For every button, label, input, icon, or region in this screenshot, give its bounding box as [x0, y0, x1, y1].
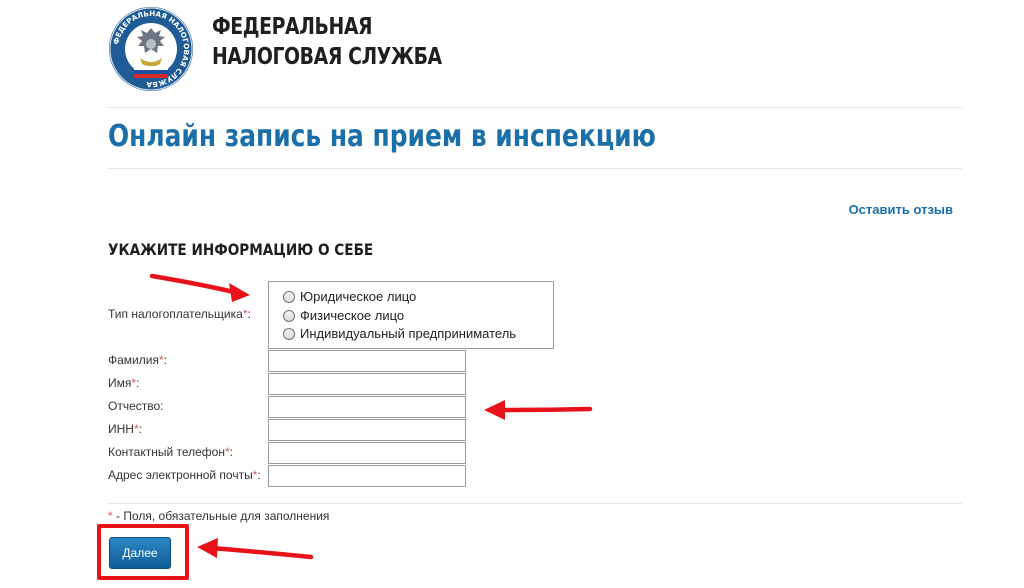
label-suffix: :	[136, 376, 140, 390]
taxpayer-type-label-text: Тип налогоплательщика	[108, 307, 243, 321]
arrow-to-fields-icon	[484, 400, 593, 420]
phone-label: Контактный телефон*:	[108, 445, 233, 459]
next-button[interactable]: Далее	[109, 537, 171, 569]
radio-label: Индивидуальный предприниматель	[300, 326, 517, 341]
patronymic-label: Отчество:	[108, 399, 164, 413]
radio-individual[interactable]: Физическое лицо	[283, 308, 404, 323]
label-suffix: :	[163, 353, 167, 367]
radio-button-icon[interactable]	[283, 290, 295, 303]
radio-label: Физическое лицо	[300, 308, 405, 323]
label-suffix: :	[257, 468, 261, 482]
field-label-text: Контактный телефон	[108, 445, 225, 459]
org-name: ФЕДЕРАЛЬНАЯ НАЛОГОВАЯ СЛУЖБА	[212, 12, 442, 72]
header-divider	[108, 107, 962, 108]
required-note: * - Поля, обязательные для заполнения	[108, 509, 329, 523]
radio-legal-entity[interactable]: Юридическое лицо	[283, 289, 416, 304]
inn-input[interactable]	[268, 419, 466, 441]
taxpayer-type-label: Тип налогоплательщика*:	[108, 307, 251, 321]
page-title: Онлайн запись на прием в инспекцию	[108, 119, 656, 154]
field-label-text: Имя	[108, 376, 132, 390]
label-suffix: :	[247, 307, 251, 321]
feedback-link[interactable]: Оставить отзыв	[849, 202, 953, 217]
field-label-text: Отчество:	[108, 399, 164, 413]
taxpayer-type-radio-group: Юридическое лицо Физическое лицо Индивид…	[268, 281, 554, 349]
arrow-to-next-button-icon	[197, 538, 314, 560]
surname-input[interactable]	[268, 350, 466, 372]
fns-emblem-icon: ФЕДЕРАЛЬНАЯ НАЛОГОВАЯ СЛУЖБА	[109, 7, 193, 91]
section-title: УКАЖИТЕ ИНФОРМАЦИЮ О СЕБЕ	[108, 240, 374, 259]
radio-button-icon[interactable]	[283, 327, 295, 340]
field-label-text: Адрес электронной почты	[108, 468, 253, 482]
phone-input[interactable]	[268, 442, 466, 464]
radio-entrepreneur[interactable]: Индивидуальный предприниматель	[283, 326, 516, 341]
radio-button-icon[interactable]	[283, 309, 295, 322]
email-label: Адрес электронной почты*:	[108, 468, 261, 482]
required-note-text: - Поля, обязательные для заполнения	[112, 509, 330, 523]
first-name-input[interactable]	[268, 373, 466, 395]
label-suffix: :	[229, 445, 233, 459]
field-label-text: Фамилия	[108, 353, 159, 367]
inn-label: ИНН*:	[108, 422, 142, 436]
surname-label: Фамилия*:	[108, 353, 167, 367]
first-name-label: Имя*:	[108, 376, 139, 390]
title-divider	[108, 168, 962, 169]
radio-label: Юридическое лицо	[300, 289, 417, 304]
email-input[interactable]	[268, 465, 466, 487]
org-name-line1: ФЕДЕРАЛЬНАЯ	[212, 14, 373, 40]
patronymic-input[interactable]	[268, 396, 466, 418]
form-divider	[108, 503, 962, 504]
arrow-to-taxpayer-type-icon	[149, 273, 250, 302]
org-name-line2: НАЛОГОВАЯ СЛУЖБА	[212, 44, 442, 70]
field-label-text: ИНН	[108, 422, 134, 436]
label-suffix: :	[138, 422, 142, 436]
